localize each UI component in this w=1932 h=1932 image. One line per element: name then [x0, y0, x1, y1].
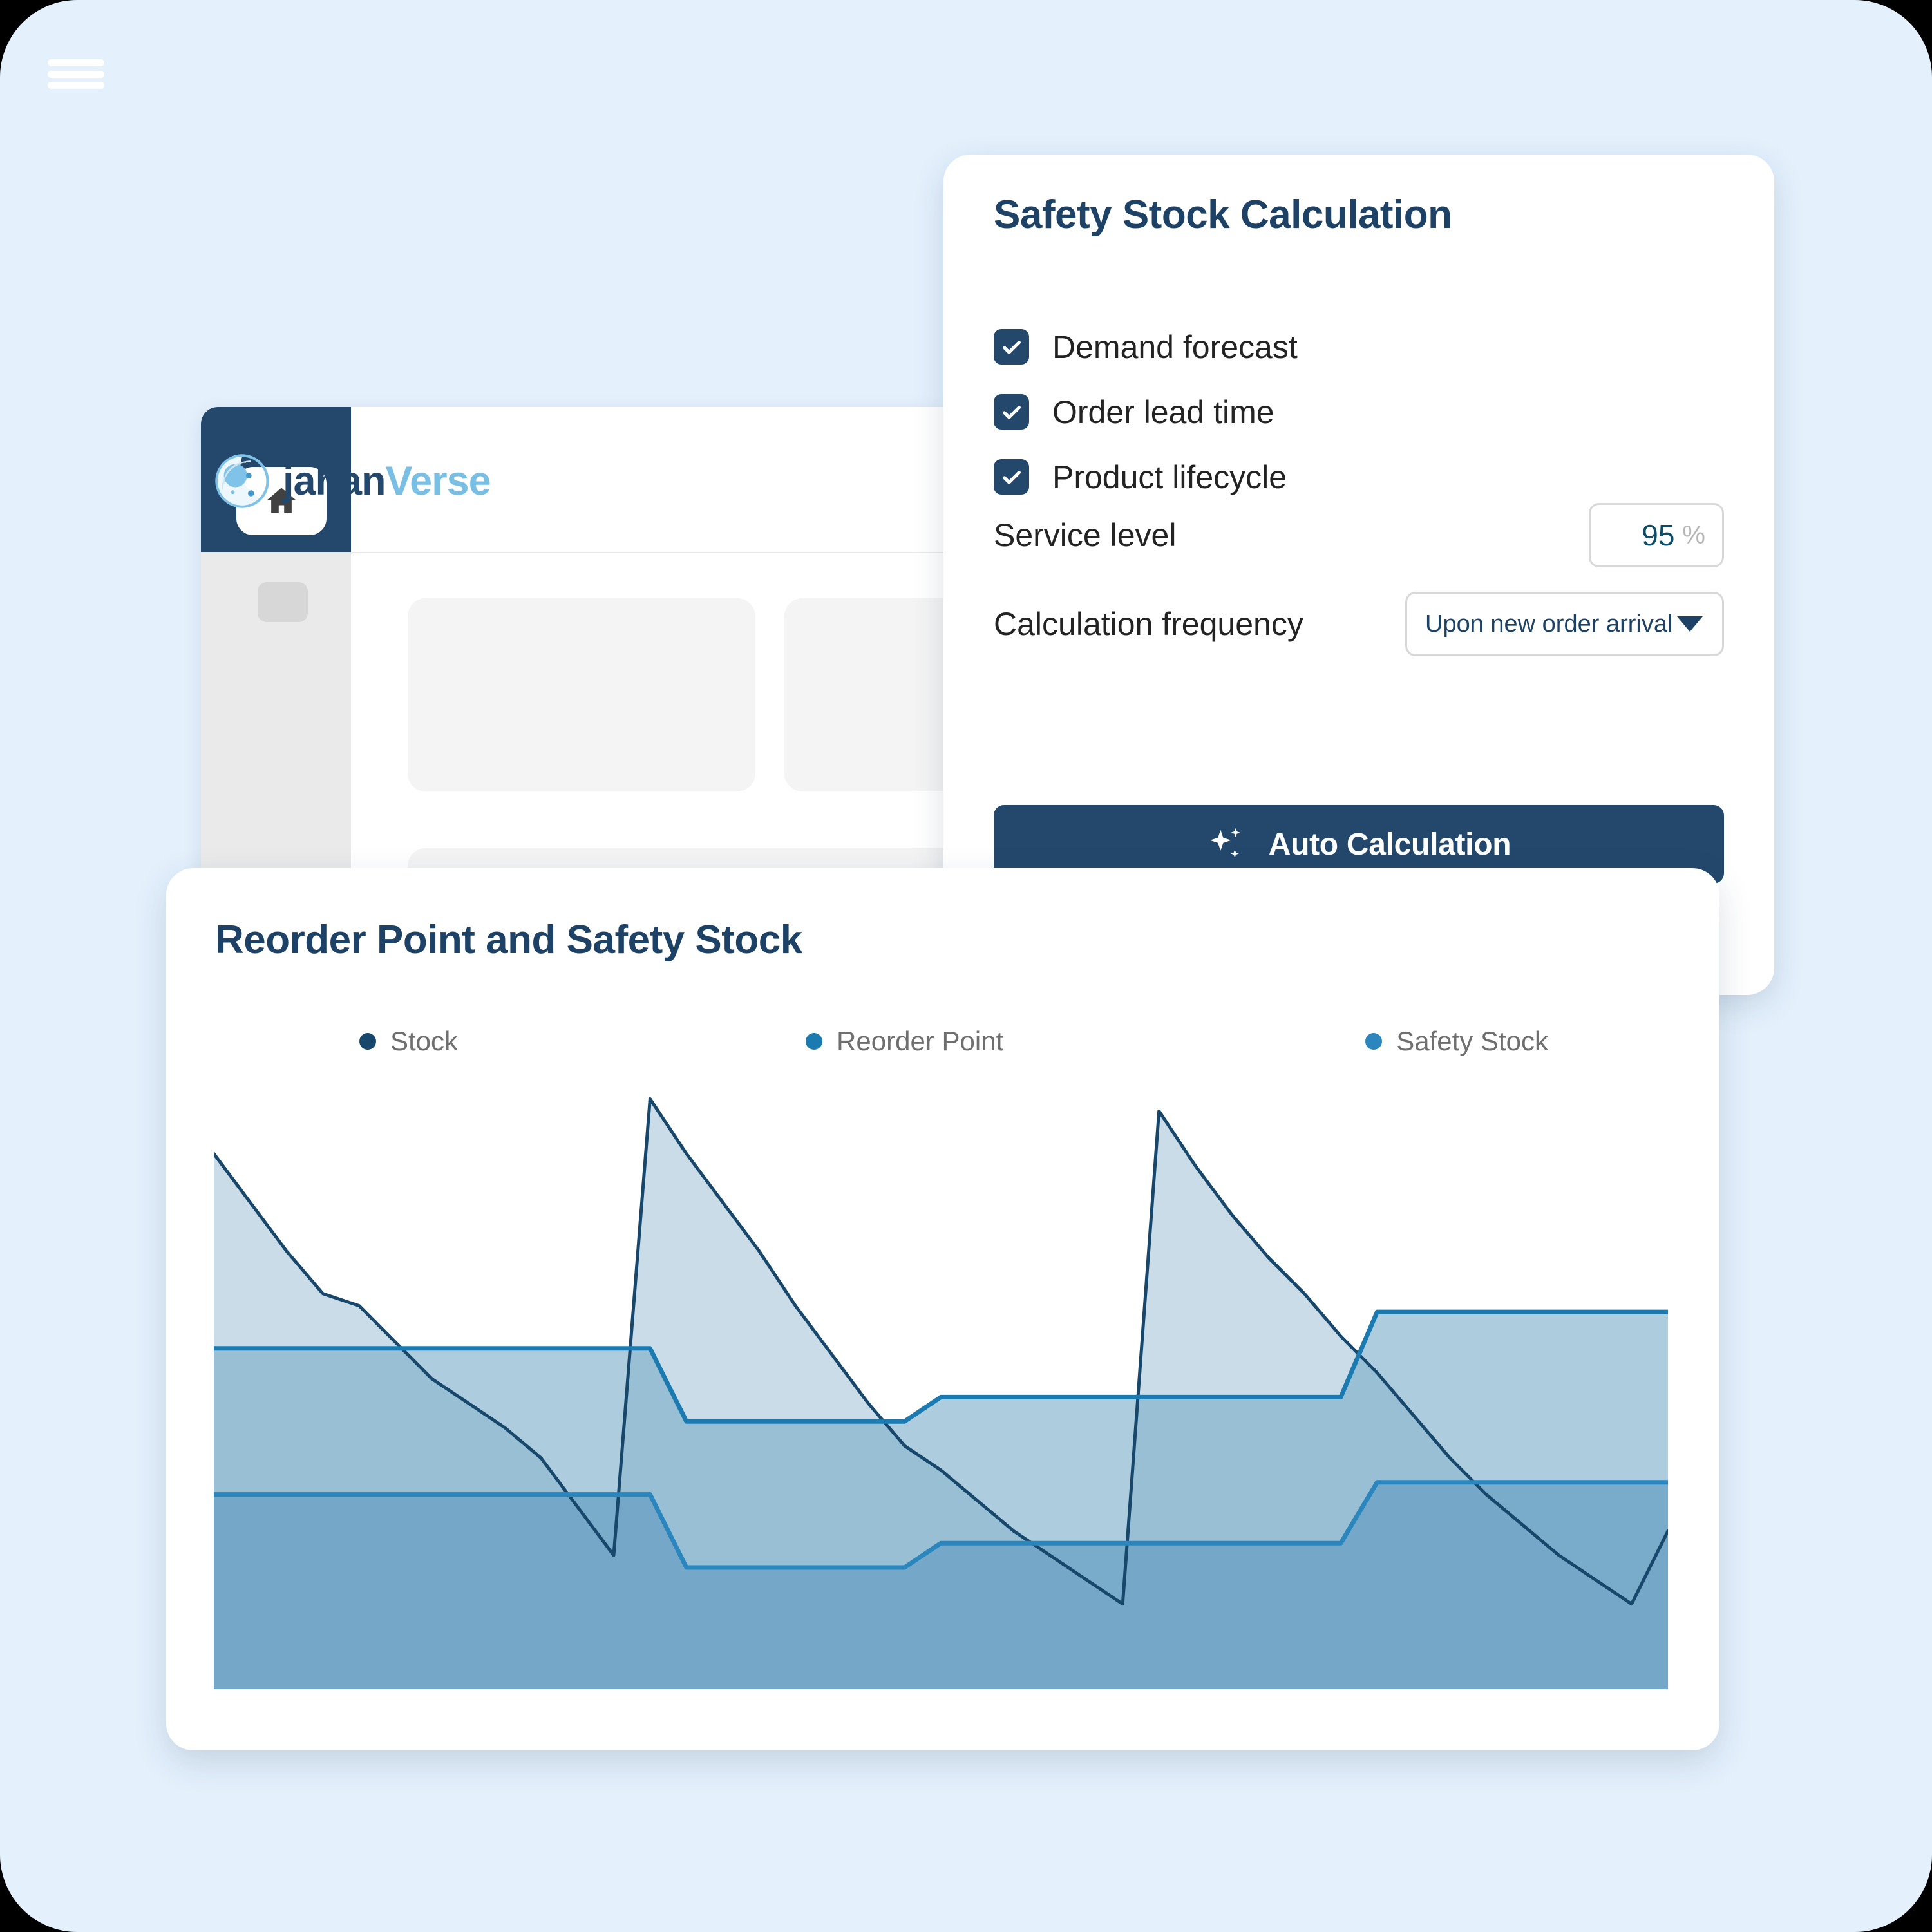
checkbox-order-lead-time[interactable] [994, 394, 1029, 430]
sparkles-icon [1209, 828, 1240, 858]
service-level-input[interactable]: 95 % [1589, 503, 1724, 567]
calculation-frequency-value: Upon new order arrival [1425, 610, 1673, 638]
calculation-frequency-label: Calculation frequency [994, 606, 1303, 642]
legend-item-stock[interactable]: Stock [359, 1028, 458, 1055]
legend-dot-reorder-point [806, 1033, 823, 1050]
service-level-field: Service level 95 % [994, 503, 1724, 567]
check-icon [1002, 405, 1021, 419]
checkbox-row-product-lifecycle[interactable]: Product lifecycle [994, 444, 1715, 509]
hamburger-icon-bar [48, 70, 104, 78]
chart-title: Reorder Point and Safety Stock [215, 918, 802, 962]
chart-card: Reorder Point and Safety Stock Stock Reo… [166, 868, 1719, 1750]
panel-title: Safety Stock Calculation [994, 193, 1452, 237]
checkbox-demand-forecast[interactable] [994, 329, 1029, 365]
chart-plot-area [214, 1081, 1668, 1689]
chevron-down-icon [1677, 616, 1703, 632]
checkbox-label: Order lead time [1052, 393, 1274, 430]
logo-primary-text: jahan [283, 458, 386, 504]
service-level-value: 95 [1642, 518, 1675, 552]
screenshot-root: jahanVerse Safety Stock Calculation Dema… [0, 0, 1932, 1932]
legend-label-reorder-point: Reorder Point [837, 1026, 1004, 1056]
calculation-frequency-select[interactable]: Upon new order arrival [1405, 592, 1724, 656]
checkbox-product-lifecycle[interactable] [994, 459, 1029, 495]
calculation-frequency-field: Calculation frequency Upon new order arr… [994, 592, 1724, 656]
checkbox-row-demand-forecast[interactable]: Demand forecast [994, 314, 1715, 379]
legend-item-safety-stock[interactable]: Safety Stock [1365, 1028, 1548, 1055]
area-chart [214, 1081, 1668, 1689]
legend-label-safety-stock: Safety Stock [1396, 1026, 1548, 1056]
jahanverse-logo-icon [215, 454, 269, 508]
checkbox-group: Demand forecast Order lead time Product … [994, 314, 1715, 509]
check-icon [1002, 470, 1021, 484]
percent-unit: % [1682, 520, 1705, 549]
check-icon [1002, 340, 1021, 354]
service-level-label: Service level [994, 517, 1177, 553]
legend-item-reorder-point[interactable]: Reorder Point [806, 1028, 1003, 1055]
legend-label-stock: Stock [390, 1026, 459, 1056]
hamburger-icon-bar [48, 59, 104, 66]
legend-dot-stock [359, 1033, 376, 1050]
sidebar-item-placeholder[interactable] [258, 582, 308, 622]
hamburger-icon-bar [48, 82, 104, 89]
checkbox-row-order-lead-time[interactable]: Order lead time [994, 379, 1715, 444]
auto-calculation-label: Auto Calculation [1268, 827, 1511, 862]
menu-button[interactable] [48, 59, 104, 89]
page-background: jahanVerse Safety Stock Calculation Dema… [0, 0, 1932, 1932]
logo-secondary-text: Verse [385, 458, 491, 504]
legend-dot-safety-stock [1365, 1033, 1383, 1050]
app-logo: jahanVerse [214, 453, 491, 509]
skeleton-card [408, 598, 755, 791]
checkbox-label: Product lifecycle [1052, 459, 1287, 495]
chart-legend: Stock Reorder Point Safety Stock [214, 1028, 1669, 1055]
checkbox-label: Demand forecast [1052, 328, 1298, 365]
app-logo-text: jahanVerse [283, 458, 491, 504]
